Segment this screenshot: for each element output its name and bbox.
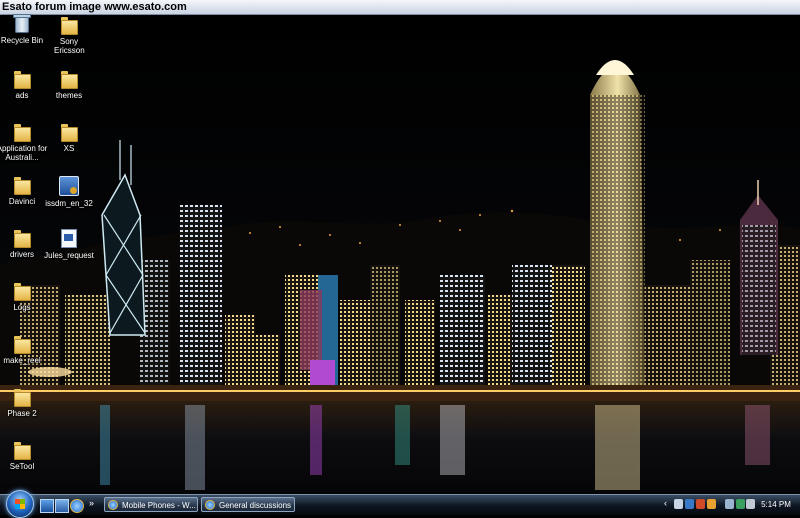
- watermark-bar: Esato forum image www.esato.com: [0, 0, 800, 15]
- desktop-icon-label: issdm_en_32: [45, 199, 93, 208]
- folder-icon: [13, 176, 31, 195]
- app-tray-icon[interactable]: [696, 499, 705, 509]
- taskbar-button-label: Mobile Phones - W...: [122, 501, 196, 510]
- desktop-icon-phase-2[interactable]: Phase 2: [0, 388, 48, 418]
- desktop-wallpaper: [0, 15, 800, 495]
- internet-explorer-icon: [205, 500, 215, 510]
- sync-tray-icon[interactable]: [736, 499, 745, 509]
- user-tray-icon[interactable]: [674, 499, 683, 509]
- desktop-icon-label: Recycle Bin: [0, 36, 44, 45]
- desktop-icon-recycle-bin[interactable]: Recycle Bin: [0, 14, 48, 45]
- taskbar-button-label: General discussions ...: [219, 501, 295, 510]
- taskbar-button-general-discussions[interactable]: General discussions ...: [201, 497, 295, 512]
- quick-launch-more-button[interactable]: »: [89, 498, 94, 508]
- desktop-icon-logs[interactable]: Logs: [0, 282, 48, 312]
- desktop-icon-label: Application for Australi...: [0, 144, 48, 162]
- tray-expand-button[interactable]: ‹: [664, 498, 667, 508]
- desktop-icon-label: Sony Ericsson: [54, 37, 85, 55]
- desktop-icon-label: make_reel: [3, 356, 41, 365]
- watermark-text: Esato forum image www.esato.com: [2, 1, 187, 13]
- folder-icon: [13, 441, 31, 460]
- internet-explorer-icon: [108, 500, 118, 510]
- desktop-icon-label: Phase 2: [7, 409, 37, 418]
- desktop-icon-label: Logs: [13, 303, 31, 312]
- folder-icon: [13, 282, 31, 301]
- taskbar: » Mobile Phones - W... General discussio…: [0, 490, 800, 518]
- desktop-icon-drivers[interactable]: drivers: [0, 229, 48, 259]
- folder-icon: [60, 70, 78, 89]
- desktop-icon-jules-request[interactable]: Jules_request: [43, 229, 95, 260]
- installer-icon: [59, 176, 79, 196]
- folder-icon: [13, 388, 31, 407]
- desktop-icon-themes[interactable]: themes: [43, 70, 95, 100]
- desktop-icon-issdm-en-32[interactable]: issdm_en_32: [43, 176, 95, 208]
- desktop-icon-davinci[interactable]: Davinci: [0, 176, 48, 206]
- folder-icon: [13, 335, 31, 354]
- folder-icon: [13, 70, 31, 89]
- computer-tray-icon[interactable]: [725, 499, 734, 509]
- folder-icon: [60, 16, 78, 35]
- desktop-icon-setool[interactable]: SeTool: [0, 441, 48, 471]
- desktop-icon-label: SeTool: [9, 462, 35, 471]
- internet-explorer-icon[interactable]: [70, 499, 84, 513]
- desktop-icon-make-reel[interactable]: make_reel: [0, 335, 48, 365]
- desktop-icon-label: drivers: [9, 250, 34, 259]
- desktop-icon-label: XS: [63, 144, 75, 153]
- switch-windows-icon[interactable]: [55, 499, 69, 513]
- system-clock[interactable]: 5:14 PM: [754, 495, 798, 514]
- security-tray-icon[interactable]: [707, 499, 716, 509]
- desktop-icon-label: Jules_request: [44, 251, 94, 260]
- desktop-icon-application-for-australia[interactable]: Application for Australi...: [0, 123, 48, 162]
- folder-icon: [60, 123, 78, 142]
- desktop-icon-sony-ericsson[interactable]: Sony Ericsson: [43, 16, 95, 55]
- folder-icon: [13, 229, 31, 248]
- desktop-icon-ads[interactable]: ads: [0, 70, 48, 100]
- show-desktop-icon[interactable]: [40, 499, 54, 513]
- document-icon: [61, 229, 77, 248]
- taskbar-button-mobile-phones[interactable]: Mobile Phones - W...: [104, 497, 198, 512]
- desktop-icon-label: Davinci: [8, 197, 36, 206]
- desktop-icon-label: ads: [15, 91, 29, 100]
- desktop-icon-label: themes: [55, 91, 83, 100]
- desktop-icon-xs[interactable]: XS: [43, 123, 95, 153]
- recycle-bin-icon: [13, 14, 31, 33]
- network-tray-icon[interactable]: [685, 499, 694, 509]
- windows-logo-icon: [15, 499, 25, 509]
- skyline-image: [0, 15, 800, 495]
- folder-icon: [13, 123, 31, 142]
